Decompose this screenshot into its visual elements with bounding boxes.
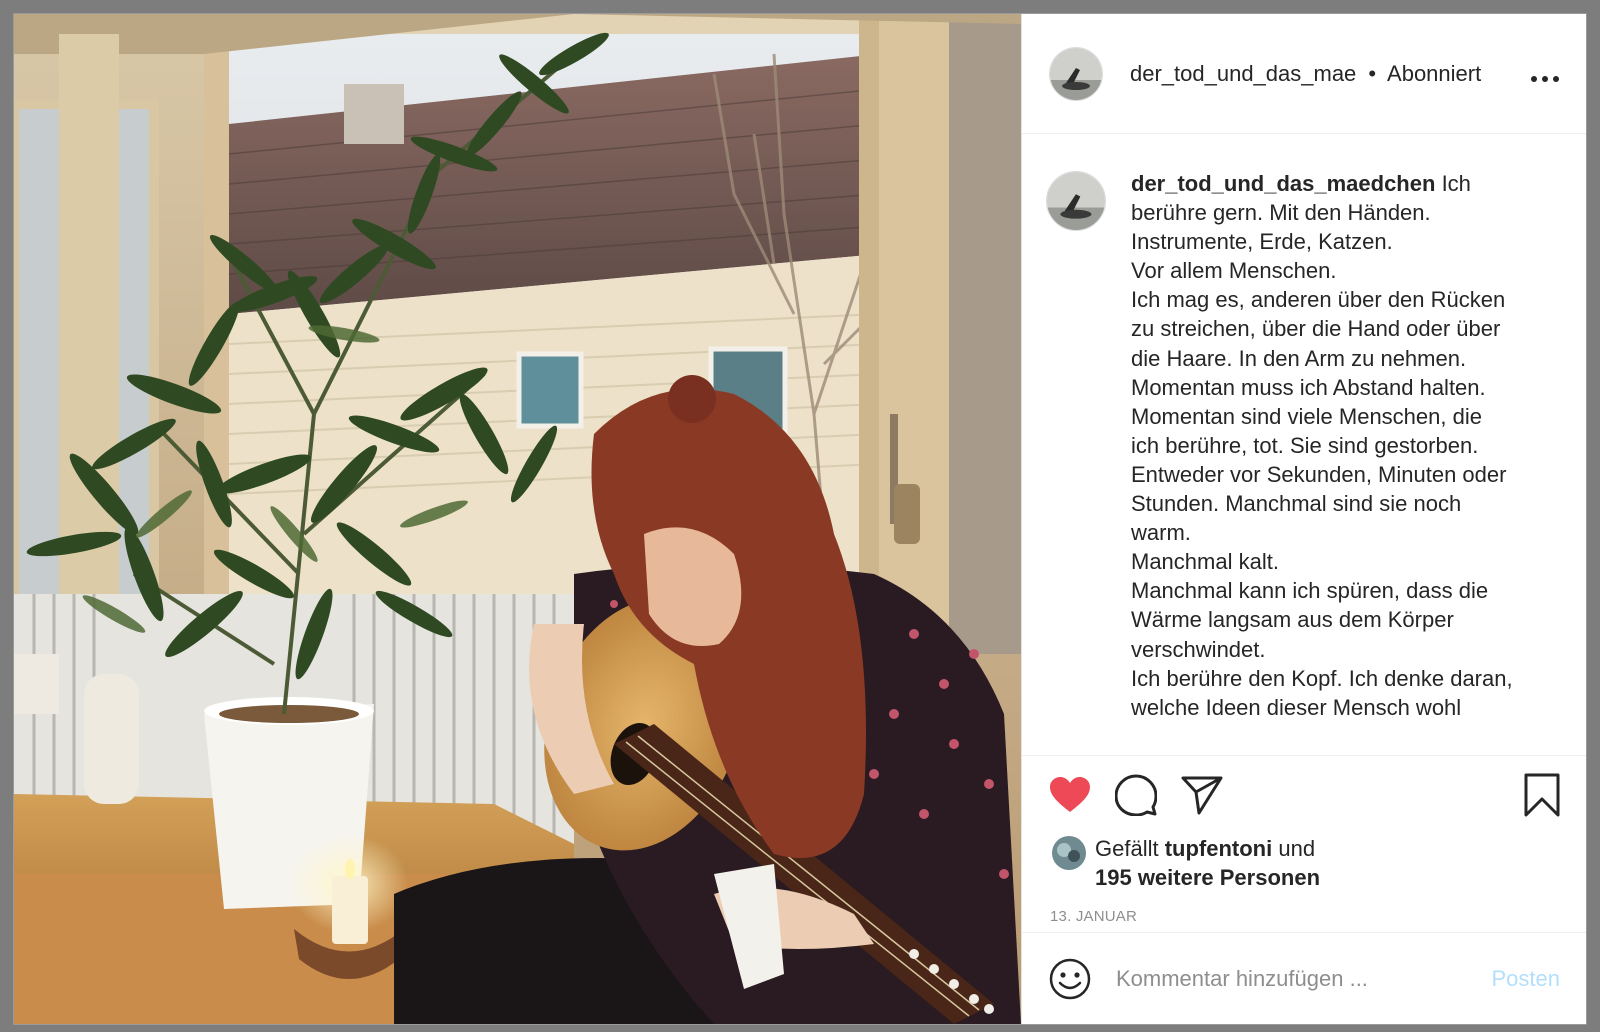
caption-line: der_tod_und_das_maedchen Ich: [1131, 169, 1513, 198]
caption-area: der_tod_und_das_maedchen Ich berühre ger…: [1022, 134, 1586, 756]
caption-line: warm.: [1131, 520, 1191, 546]
comment-icon: [1115, 774, 1157, 816]
comment-bar: Posten: [1022, 932, 1586, 1024]
caption-line: Momentan sind viele Menschen, die: [1131, 403, 1482, 429]
liker-avatar[interactable]: [1052, 836, 1086, 870]
caption-line: Stunden. Manchmal sind sie noch: [1131, 491, 1462, 517]
post-header: der_tod_und_das_mae • Abonniert: [1022, 14, 1586, 134]
avatar-image: [1052, 836, 1086, 870]
caption-username[interactable]: der_tod_und_das_maedchen: [1131, 171, 1435, 196]
smiley-icon: [1049, 958, 1091, 999]
caption-text: der_tod_und_das_maedchen Ich berühre ger…: [1131, 169, 1513, 722]
post-date[interactable]: 13. JANUAR: [1022, 892, 1586, 932]
post-image: [14, 14, 1021, 1024]
likes-others[interactable]: 195 weitere Personen: [1095, 865, 1320, 890]
action-bar: [1022, 756, 1586, 834]
caption-line: Manchmal kalt.: [1131, 549, 1279, 575]
caption-line: Ich mag es, anderen über den Rücken: [1131, 287, 1506, 313]
share-button[interactable]: [1180, 773, 1224, 817]
caption-line: ich berühre, tot. Sie sind gestorben.: [1131, 432, 1479, 458]
caption-line: berühre gern. Mit den Händen.: [1131, 200, 1431, 226]
follow-status[interactable]: Abonniert: [1387, 61, 1481, 86]
header-separator: •: [1368, 60, 1377, 86]
caption-line: die Haare. In den Arm zu nehmen.: [1131, 345, 1467, 371]
more-horizontal-icon: [1531, 75, 1559, 82]
caption-line: welche Ideen dieser Mensch wohl: [1131, 694, 1462, 720]
likes-conjunction: und: [1278, 836, 1316, 861]
caption-line: Wärme langsam aus dem Körper: [1131, 607, 1454, 633]
caption-line: Momentan muss ich Abstand halten.: [1131, 374, 1486, 400]
likes-user[interactable]: tupfentoni: [1165, 836, 1273, 861]
save-button[interactable]: [1520, 773, 1564, 817]
post-side-panel: der_tod_und_das_mae • Abonniert der_tod_…: [1021, 14, 1586, 1024]
caption-line: zu streichen, über die Hand oder über: [1131, 316, 1501, 342]
caption-line-text: Ich: [1441, 171, 1471, 196]
header-username[interactable]: der_tod_und_das_mae: [1130, 61, 1356, 86]
post-photo: [14, 14, 1021, 1024]
comment-input[interactable]: [1114, 964, 1492, 993]
caption-line: Manchmal kann ich spüren, dass die: [1131, 578, 1489, 604]
caption-line: Entweder vor Sekunden, Minuten oder: [1131, 461, 1507, 487]
header-title: der_tod_und_das_mae • Abonniert: [1130, 61, 1481, 87]
caption-line: Ich berühre den Kopf. Ich denke daran,: [1131, 665, 1513, 691]
more-options-icon[interactable]: [1530, 60, 1560, 88]
avatar-image: [1047, 172, 1105, 230]
avatar-image: [1050, 47, 1102, 100]
emoji-button[interactable]: [1048, 957, 1092, 1001]
likes-text: Gefällt tupfentoni und 195 weitere Perso…: [1095, 834, 1320, 892]
bookmark-icon: [1524, 773, 1560, 817]
caption-line: Vor allem Menschen.: [1131, 258, 1337, 284]
likes-summary: Gefällt tupfentoni und 195 weitere Perso…: [1022, 834, 1586, 892]
comment-button[interactable]: [1114, 773, 1158, 817]
like-button[interactable]: [1048, 773, 1092, 817]
post-comment-button[interactable]: Posten: [1492, 966, 1561, 992]
post-modal: der_tod_und_das_mae • Abonniert der_tod_…: [14, 14, 1586, 1024]
caption-line: verschwindet.: [1131, 636, 1266, 662]
caption-line: Instrumente, Erde, Katzen.: [1131, 229, 1393, 255]
heart-filled-icon: [1050, 777, 1090, 812]
caption-avatar[interactable]: [1046, 171, 1106, 231]
likes-prefix: Gefällt: [1095, 836, 1159, 861]
author-avatar[interactable]: [1049, 46, 1103, 101]
send-icon: [1181, 776, 1223, 815]
